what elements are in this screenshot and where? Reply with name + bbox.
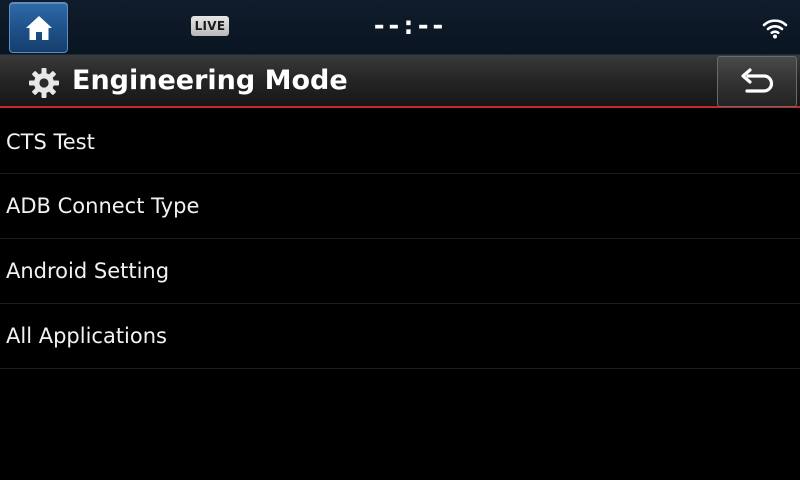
menu-list: CTS Test ADB Connect Type Android Settin…: [0, 110, 800, 369]
engineering-mode-screen: LIVE --:-- Engineering Mode CTS Test ADB…: [0, 0, 800, 480]
menu-item-all-applications[interactable]: All Applications: [0, 304, 800, 369]
back-button[interactable]: [717, 56, 797, 107]
back-arrow-icon: [741, 67, 774, 93]
menu-item-label: ADB Connect Type: [6, 194, 200, 218]
menu-item-label: CTS Test: [6, 129, 95, 154]
gear-icon: [29, 68, 59, 98]
menu-item-cts-test[interactable]: CTS Test: [0, 110, 800, 174]
home-icon: [25, 15, 52, 40]
home-button[interactable]: [9, 2, 68, 53]
menu-item-android-setting[interactable]: Android Setting: [0, 239, 800, 304]
status-bar: LIVE --:--: [0, 0, 800, 55]
live-badge: LIVE: [191, 16, 229, 36]
wifi-icon: [762, 19, 788, 39]
menu-item-label: All Applications: [6, 324, 167, 348]
page-title: Engineering Mode: [72, 65, 348, 96]
menu-item-adb-connect-type[interactable]: ADB Connect Type: [0, 174, 800, 239]
page-header: Engineering Mode: [0, 55, 800, 108]
menu-item-label: Android Setting: [6, 259, 170, 283]
clock: --:--: [371, 11, 445, 41]
